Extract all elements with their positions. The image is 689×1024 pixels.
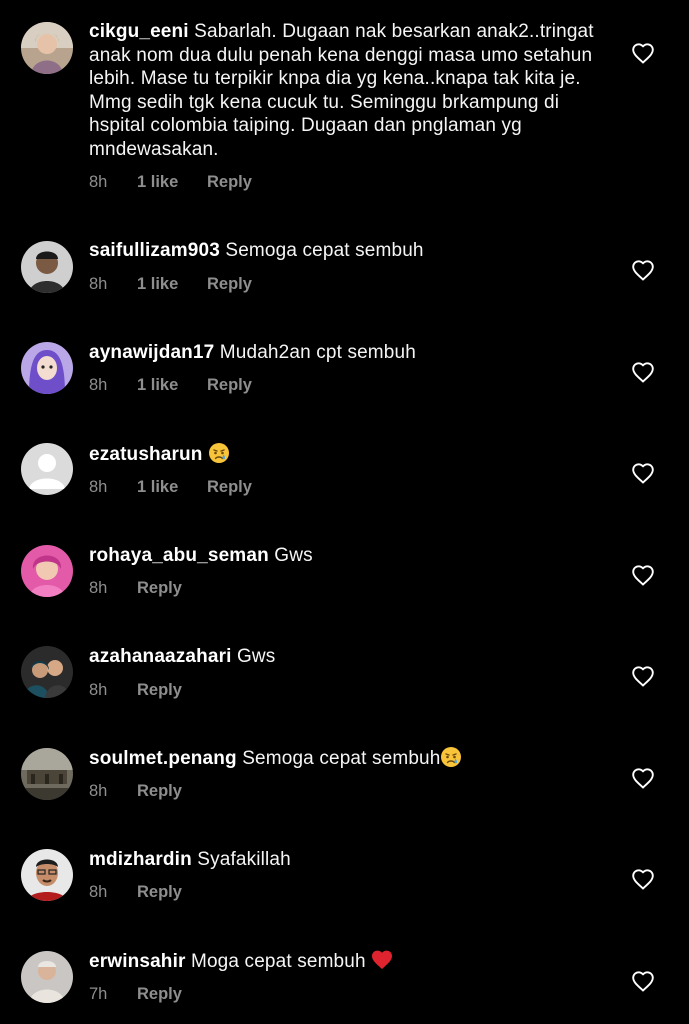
crying-face-emoji <box>440 746 462 768</box>
comment-likes[interactable]: 1 like <box>137 173 207 192</box>
reply-button[interactable]: Reply <box>207 376 252 395</box>
comment-username[interactable]: rohaya_abu_seman <box>89 545 269 566</box>
heart-outline-icon[interactable] <box>631 361 655 383</box>
comment-username[interactable]: azahanaazahari <box>89 646 232 667</box>
comment-text: aynawijdan17 Mudah2an cpt sembuh <box>89 341 604 365</box>
avatar[interactable] <box>21 241 73 293</box>
avatar[interactable] <box>21 951 73 1003</box>
comment-body: Semoga cepat sembuh <box>225 240 424 261</box>
avatar[interactable] <box>21 748 73 800</box>
comment-time: 8h <box>89 883 108 901</box>
comment-likes[interactable]: 1 like <box>137 376 207 395</box>
reply-button[interactable]: Reply <box>207 275 252 294</box>
red-heart-emoji <box>371 949 393 971</box>
comment-time: 8h <box>89 782 108 800</box>
comment-username[interactable]: saifullizam903 <box>89 240 220 261</box>
comment-body: Gws <box>274 545 313 566</box>
comment-time: 8h <box>89 376 108 394</box>
comment-time: 7h <box>89 985 108 1003</box>
comment-text: cikgu_eeni Sabarlah. Dugaan nak besarkan… <box>89 20 604 161</box>
comment-meta: 8h Reply <box>89 782 182 801</box>
comment-text: rohaya_abu_seman Gws <box>89 544 604 568</box>
comment-meta: 8h 1 like Reply <box>89 478 252 497</box>
heart-outline-icon[interactable] <box>631 970 655 992</box>
comment-meta: 8h Reply <box>89 579 182 598</box>
comment-likes[interactable]: 1 like <box>137 275 207 294</box>
comment-meta: 7h Reply <box>89 985 182 1004</box>
reply-button[interactable]: Reply <box>137 579 182 598</box>
comment-time: 8h <box>89 478 108 496</box>
comment-username[interactable]: cikgu_eeni <box>89 21 189 42</box>
avatar[interactable] <box>21 22 73 74</box>
heart-outline-icon[interactable] <box>631 259 655 281</box>
comment-username[interactable]: aynawijdan17 <box>89 342 214 363</box>
comment-time: 8h <box>89 275 108 293</box>
avatar[interactable] <box>21 849 73 901</box>
heart-outline-icon[interactable] <box>631 462 655 484</box>
comment-body: Syafakillah <box>197 849 291 870</box>
comment-meta: 8h Reply <box>89 883 182 902</box>
comment-text: soulmet.penang Semoga cepat sembuh <box>89 746 604 771</box>
comment-username[interactable]: mdizhardin <box>89 849 192 870</box>
avatar[interactable] <box>21 545 73 597</box>
comment-text: mdizhardin Syafakillah <box>89 848 604 872</box>
heart-outline-icon[interactable] <box>631 767 655 789</box>
reply-button[interactable]: Reply <box>137 883 182 902</box>
crying-face-emoji <box>208 442 230 464</box>
heart-outline-icon[interactable] <box>631 42 655 64</box>
heart-outline-icon[interactable] <box>631 564 655 586</box>
comment-username[interactable]: erwinsahir <box>89 951 186 972</box>
comment-body: Mudah2an cpt sembuh <box>219 342 416 363</box>
comment-username[interactable]: soulmet.penang <box>89 748 237 769</box>
comment-meta: 8h 1 like Reply <box>89 376 252 395</box>
reply-button[interactable]: Reply <box>207 478 252 497</box>
reply-button[interactable]: Reply <box>137 782 182 801</box>
comment-username[interactable]: ezatusharun <box>89 444 203 465</box>
comment-meta: 8h 1 like Reply <box>89 173 252 192</box>
comment-text: azahanaazahari Gws <box>89 645 604 669</box>
reply-button[interactable]: Reply <box>137 985 182 1004</box>
reply-button[interactable]: Reply <box>207 173 252 192</box>
comment-time: 8h <box>89 173 108 191</box>
comment-time: 8h <box>89 579 108 597</box>
comment-likes[interactable]: 1 like <box>137 478 207 497</box>
comment-meta: 8h 1 like Reply <box>89 275 252 294</box>
avatar[interactable] <box>21 342 73 394</box>
comment-time: 8h <box>89 681 108 699</box>
comment-text: ezatusharun <box>89 442 604 467</box>
heart-outline-icon[interactable] <box>631 665 655 687</box>
heart-outline-icon[interactable] <box>631 868 655 890</box>
comment-meta: 8h Reply <box>89 681 182 700</box>
avatar[interactable] <box>21 443 73 495</box>
comment-body: Semoga cepat sembuh <box>242 748 441 769</box>
comment-body: Moga cepat sembuh <box>190 951 372 972</box>
comment-body: Gws <box>237 646 276 667</box>
avatar[interactable] <box>21 646 73 698</box>
comment-text: erwinsahir Moga cepat sembuh <box>89 949 604 974</box>
comment-text: saifullizam903 Semoga cepat sembuh <box>89 239 604 263</box>
reply-button[interactable]: Reply <box>137 681 182 700</box>
